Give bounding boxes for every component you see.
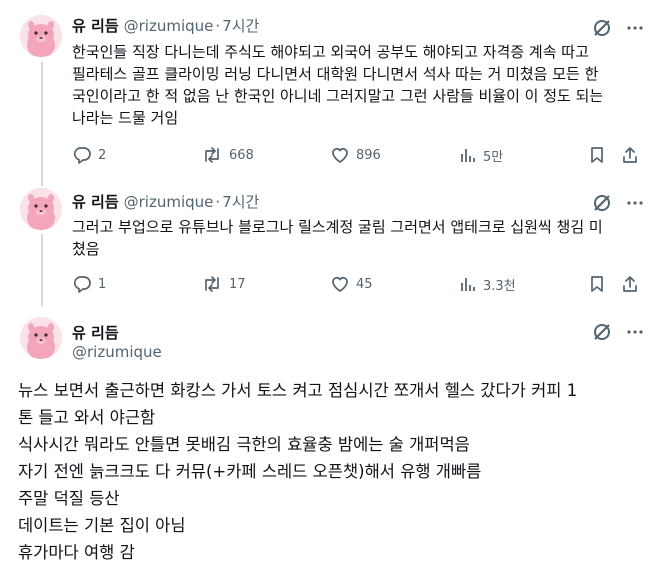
reply-count: 2 xyxy=(98,147,107,163)
main-tweet-text-line: 데이트는 기본 집이 아님 xyxy=(18,516,186,535)
reply-button[interactable]: 1 xyxy=(72,274,106,294)
tweet-text-line: 국인이라고 한 적 없음 난 한국인 아니네 그러지말고 그런 사람들 비율이 … xyxy=(72,87,604,105)
more-icon[interactable] xyxy=(626,19,644,37)
more-icon[interactable] xyxy=(626,194,644,212)
separator: · xyxy=(215,193,221,211)
avatar[interactable] xyxy=(20,15,62,57)
timestamp[interactable]: 7시간 xyxy=(222,191,259,212)
main-tweet-text-line: 자기 전엔 늙크크도 다 커뮤(+카페 스레드 오픈챗)해서 유행 개빠름 xyxy=(18,462,482,481)
views-button[interactable]: 3.3천 xyxy=(459,274,516,294)
main-tweet-text-line: 톤 들고 와서 야근함 xyxy=(18,408,156,427)
author-handle[interactable]: @rizumique xyxy=(124,17,214,35)
like-button[interactable]: 896 xyxy=(330,145,381,165)
reply-icon xyxy=(73,147,91,164)
bookmark-button[interactable] xyxy=(588,145,606,165)
reply-icon xyxy=(73,276,91,293)
main-tweet-text-line: 주말 덕질 등산 xyxy=(18,489,120,508)
thread-line xyxy=(41,62,43,186)
avatar-image xyxy=(20,15,62,57)
tweet-text-line: 한국인들 직장 다니는데 주식도 해야되고 외국어 공부도 해야되고 자격증 계… xyxy=(72,43,589,61)
author-handle[interactable]: @rizumique xyxy=(124,193,214,211)
tweet-text-line: 나라는 드물 거임 xyxy=(72,109,179,127)
avatar[interactable] xyxy=(20,188,62,230)
retweet-count: 17 xyxy=(229,276,246,292)
author-name[interactable]: 유 리듬 xyxy=(72,15,119,36)
view-count: 5만 xyxy=(483,149,504,165)
reply-button[interactable]: 2 xyxy=(72,145,106,165)
share-icon xyxy=(623,276,637,292)
retweet-count: 668 xyxy=(229,147,254,163)
reply-count: 1 xyxy=(98,276,107,292)
tweet-actions: 2 668 896 5만 xyxy=(0,145,658,165)
like-icon xyxy=(332,148,348,163)
view-count: 3.3천 xyxy=(483,278,516,294)
like-count: 45 xyxy=(356,276,373,292)
bookmark-icon xyxy=(591,147,603,163)
bookmark-button[interactable] xyxy=(588,274,606,294)
grok-icon[interactable] xyxy=(592,18,612,38)
timestamp[interactable]: 7시간 xyxy=(222,15,259,36)
retweet-icon xyxy=(205,276,219,292)
author-name[interactable]: 유 리듬 xyxy=(72,191,119,212)
retweet-button[interactable]: 17 xyxy=(201,274,246,294)
avatar[interactable] xyxy=(20,317,62,359)
tweet-top-icons xyxy=(592,322,644,342)
main-tweet-text: 뉴스 보면서 출근하면 화캉스 가서 토스 켜고 점심시간 쪼개서 헬스 갔다가… xyxy=(18,377,577,566)
like-count: 896 xyxy=(356,147,381,163)
grok-icon[interactable] xyxy=(592,193,612,213)
thread-line xyxy=(41,234,43,306)
avatar-image xyxy=(20,188,62,230)
bookmark-icon xyxy=(591,276,603,292)
main-tweet-text-line: 휴가마다 여행 감 xyxy=(18,543,135,562)
author-name[interactable]: 유 리듬 xyxy=(72,322,119,343)
like-button[interactable]: 45 xyxy=(330,274,373,294)
separator: · xyxy=(215,17,221,35)
tweet-header: 유 리듬 @rizumique · 7시간 xyxy=(72,191,259,212)
tweet-text: 한국인들 직장 다니는데 주식도 해야되고 외국어 공부도 해야되고 자격증 계… xyxy=(72,41,603,129)
like-icon xyxy=(332,277,348,292)
share-icon xyxy=(623,147,637,163)
tweet-actions: 1 17 45 3.3천 xyxy=(0,274,658,294)
views-icon xyxy=(461,149,475,162)
grok-icon[interactable] xyxy=(592,322,612,342)
tweet-text-line: 그러고 부업으로 유튜브나 블로그나 릴스계정 굴림 그러면서 앱테크로 십원씩… xyxy=(72,218,603,236)
author-handle[interactable]: @rizumique xyxy=(72,343,162,361)
main-tweet-text-line: 뉴스 보면서 출근하면 화캉스 가서 토스 켜고 점심시간 쪼개서 헬스 갔다가… xyxy=(18,381,578,400)
views-icon xyxy=(461,278,475,291)
tweet-header: 유 리듬 @rizumique · 7시간 xyxy=(72,15,259,36)
retweet-icon xyxy=(205,147,219,163)
tweet-top-icons xyxy=(592,18,644,38)
retweet-button[interactable]: 668 xyxy=(201,145,254,165)
main-tweet-text-line: 식사시간 뭐라도 안틀면 못배김 극한의 효율충 밤에는 술 개퍼먹음 xyxy=(18,435,470,454)
tweet-top-icons xyxy=(592,193,644,213)
share-button[interactable] xyxy=(621,274,639,294)
avatar-image xyxy=(20,317,62,359)
tweet-text-line: 필라테스 골프 클라이밍 러닝 다니면서 대학원 다니면서 석사 따는 거 미쳤… xyxy=(72,65,599,83)
tweet-text: 그러고 부업으로 유튜브나 블로그나 릴스계정 굴림 그러면서 앱테크로 십원씩… xyxy=(72,216,603,260)
tweet-text-line: 쳤음 xyxy=(72,240,100,258)
views-button[interactable]: 5만 xyxy=(459,145,503,165)
more-icon[interactable] xyxy=(626,323,644,341)
share-button[interactable] xyxy=(621,145,639,165)
